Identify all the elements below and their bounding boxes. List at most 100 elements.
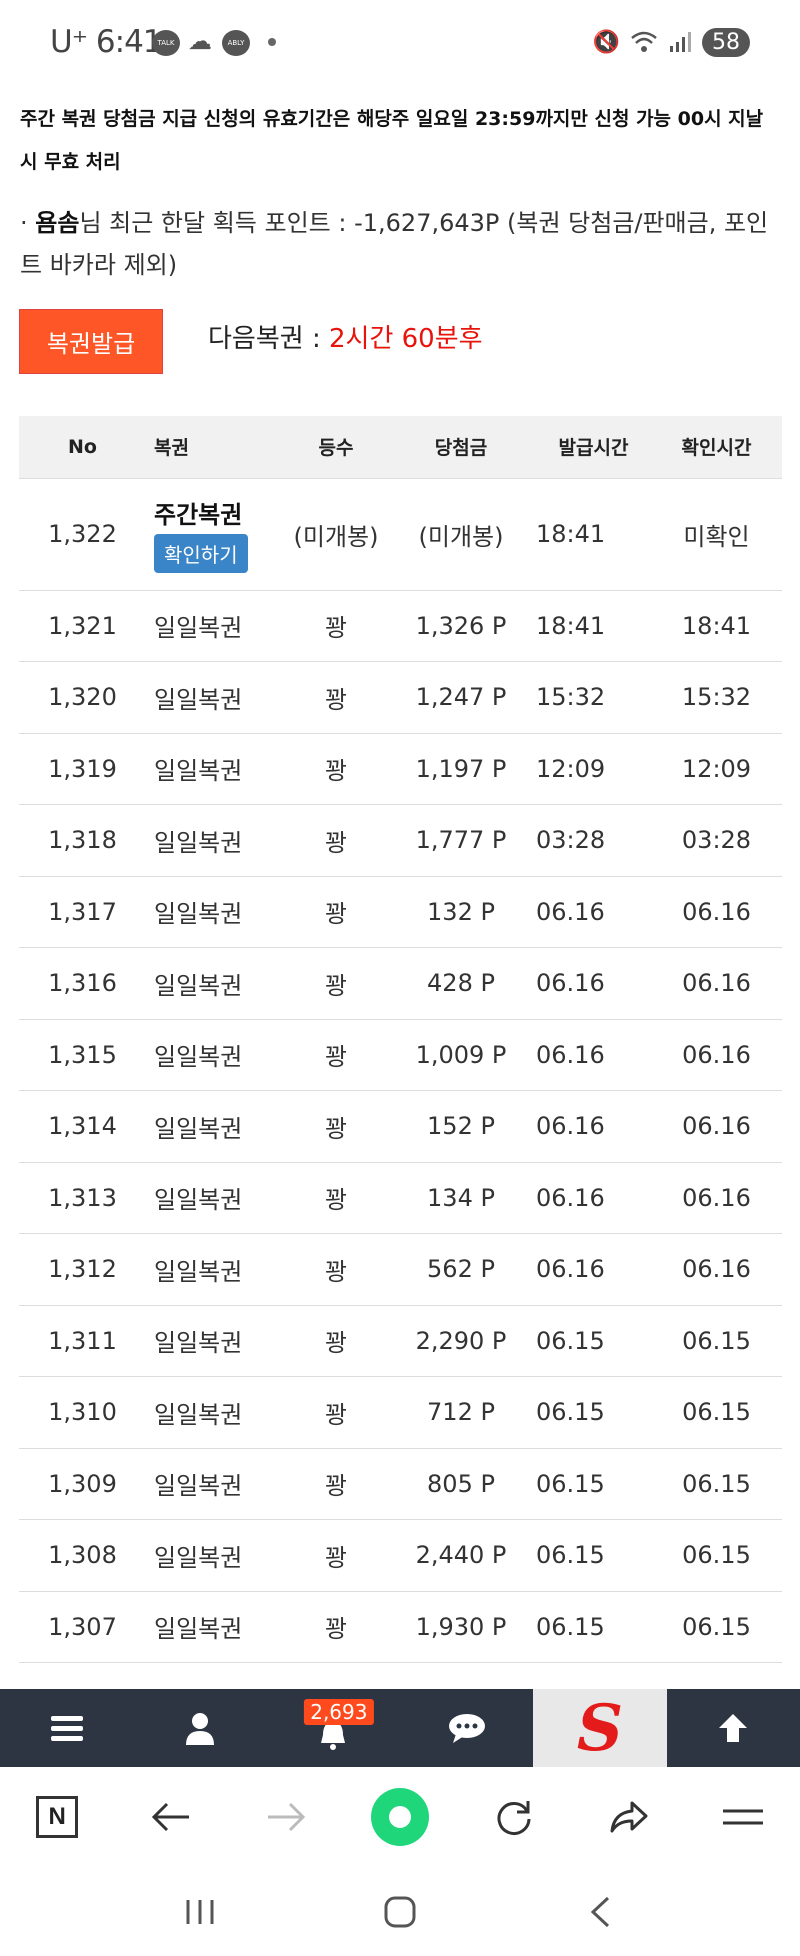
cell-rank: 꽝	[276, 1305, 396, 1377]
cell-prize: 1,247 P	[396, 661, 526, 734]
refresh-button[interactable]	[474, 1777, 554, 1857]
n-home-button[interactable]: N	[17, 1777, 97, 1857]
browser-menu-button[interactable]	[703, 1777, 783, 1857]
notification-button[interactable]: 2,693	[267, 1689, 400, 1767]
points-text: 님 최근 한달 획득 포인트 : -1,627,643P (복권 당첨금/판매금…	[20, 209, 769, 279]
table-row: 1,320 일일복권 꽝 1,247 P 15:32 15:32	[19, 661, 782, 734]
cell-rank: 꽝	[276, 1376, 396, 1449]
cell-no: 1,309	[19, 1448, 146, 1520]
menu-button[interactable]	[0, 1689, 133, 1767]
forward-button[interactable]	[246, 1777, 326, 1857]
scroll-top-button[interactable]	[667, 1689, 800, 1767]
cell-rank: 꽝	[276, 947, 396, 1020]
table-row: 1,315 일일복권 꽝 1,009 P 06.16 06.16	[19, 1019, 782, 1091]
cell-issued: 06.16	[526, 947, 651, 1020]
browser-toolbar: N	[0, 1767, 800, 1867]
cell-checked: 06.15	[651, 1305, 782, 1377]
cell-issued: 12:09	[526, 733, 651, 805]
cell-prize: 2,290 P	[396, 1305, 526, 1377]
cell-issued: 06.15	[526, 1591, 651, 1663]
cell-checked: 18:41	[651, 590, 782, 662]
notification-badge: 2,693	[304, 1699, 374, 1725]
cell-rank: 꽝	[276, 804, 396, 877]
cell-issued: 06.15	[526, 1519, 651, 1592]
cell-checked: 03:28	[651, 804, 782, 877]
cell-issued: 06.16	[526, 1162, 651, 1234]
points-prefix: ·	[20, 209, 36, 237]
cell-kind: 일일복권	[146, 590, 276, 662]
n-home-icon: N	[36, 1796, 79, 1838]
cell-prize: 134 P	[396, 1162, 526, 1234]
cell-checked: 06.16	[651, 1233, 782, 1306]
cell-issued: 15:32	[526, 661, 651, 734]
table-header-row: No 복권 등수 당첨금 발급시간 확인시간	[19, 416, 782, 479]
points-summary: · 욤솜님 최근 한달 획득 포인트 : -1,627,643P (복권 당첨금…	[20, 202, 790, 286]
system-back-button[interactable]	[560, 1882, 640, 1942]
kakaotalk-icon: TALK	[152, 30, 180, 56]
cell-checked: 06.15	[651, 1591, 782, 1663]
chat-button[interactable]	[400, 1689, 533, 1767]
cell-rank: 꽝	[276, 1019, 396, 1091]
cell-no: 1,322	[19, 478, 146, 591]
share-button[interactable]	[589, 1777, 669, 1857]
system-nav-bar	[0, 1867, 800, 1956]
cell-issued: 06.15	[526, 1448, 651, 1520]
wifi-icon	[631, 31, 657, 52]
chat-icon	[448, 1714, 485, 1743]
cell-prize: 132 P	[396, 876, 526, 948]
header-prize: 당첨금	[396, 416, 526, 479]
green-dot-button[interactable]	[360, 1777, 440, 1857]
user-button[interactable]	[133, 1689, 266, 1767]
weekly-lottery-label: 주간복권	[154, 501, 243, 529]
cell-checked: 06.16	[651, 1162, 782, 1234]
cell-rank: 꽝	[276, 661, 396, 734]
notification-dot-icon	[268, 38, 276, 46]
cell-no: 1,311	[19, 1305, 146, 1377]
issue-lottery-button[interactable]: 복권발급	[19, 309, 163, 374]
next-lottery-label: 다음복권 :	[208, 324, 329, 354]
table-row: 1,316 일일복권 꽝 428 P 06.16 06.16	[19, 947, 782, 1020]
cell-kind: 일일복권	[146, 1591, 276, 1663]
lottery-table: No 복권 등수 당첨금 발급시간 확인시간 1,322 주간복권 확인하기 (…	[19, 416, 782, 1663]
cell-rank: 꽝	[276, 1591, 396, 1663]
back-arrow-icon	[152, 1802, 190, 1832]
cell-kind: 일일복권	[146, 733, 276, 805]
cell-prize: 152 P	[396, 1090, 526, 1163]
cell-rank: 꽝	[276, 1448, 396, 1520]
table-row: 1,312 일일복권 꽝 562 P 06.16 06.16	[19, 1233, 782, 1306]
table-row: 1,318 일일복권 꽝 1,777 P 03:28 03:28	[19, 804, 782, 877]
cell-no: 1,314	[19, 1090, 146, 1163]
cell-prize: 1,326 P	[396, 590, 526, 662]
mute-icon: 🔇	[592, 29, 620, 55]
recent-apps-icon	[186, 1899, 214, 1924]
home-button[interactable]	[360, 1882, 440, 1942]
cell-checked-status: 미확인	[651, 478, 782, 591]
cell-checked: 06.16	[651, 1090, 782, 1163]
cell-no: 1,316	[19, 947, 146, 1020]
cell-prize: (미개봉)	[396, 478, 526, 591]
cell-prize: 805 P	[396, 1448, 526, 1520]
table-row: 1,321 일일복권 꽝 1,326 P 18:41 18:41	[19, 590, 782, 662]
cell-no: 1,315	[19, 1019, 146, 1091]
cell-no: 1,308	[19, 1519, 146, 1592]
cell-no: 1,319	[19, 733, 146, 805]
site-logo-button[interactable]: S	[533, 1689, 667, 1767]
status-carrier-time: U⁺ 6:41	[50, 24, 163, 60]
table-row: 1,322 주간복권 확인하기 (미개봉) (미개봉) 18:41 미확인	[19, 478, 782, 591]
table-row: 1,313 일일복권 꽝 134 P 06.16 06.16	[19, 1162, 782, 1234]
recent-apps-button[interactable]	[160, 1882, 240, 1942]
back-button[interactable]	[131, 1777, 211, 1857]
cell-rank: 꽝	[276, 876, 396, 948]
site-logo: S	[576, 1690, 624, 1766]
cell-no: 1,312	[19, 1233, 146, 1306]
next-lottery: 다음복권 : 2시간 60분후	[208, 318, 483, 355]
cell-prize: 2,440 P	[396, 1519, 526, 1592]
forward-arrow-icon	[267, 1802, 305, 1832]
cloud-icon: ☁	[188, 27, 212, 55]
confirm-button[interactable]: 확인하기	[154, 534, 248, 573]
cell-kind: 일일복권	[146, 1448, 276, 1520]
ably-icon: ABLY	[222, 30, 250, 56]
cell-checked: 12:09	[651, 733, 782, 805]
table-row: 1,319 일일복권 꽝 1,197 P 12:09 12:09	[19, 733, 782, 805]
cell-checked: 15:32	[651, 661, 782, 734]
